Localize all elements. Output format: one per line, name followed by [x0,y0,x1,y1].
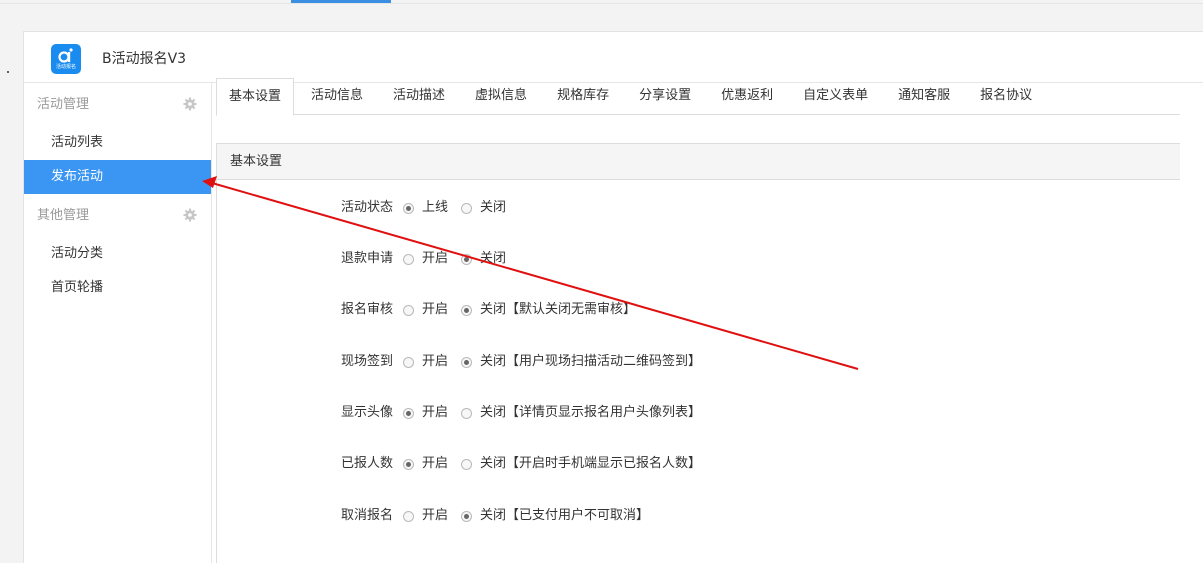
radio-option-b[interactable] [461,202,473,214]
setting-label: 取消报名 [341,508,394,523]
setting-label: 退款申请 [341,251,394,266]
option-b-label[interactable]: 关闭 [480,249,506,269]
basic-settings-panel: 基本设置 活动状态 上线 关闭 退款申请 开启 关闭 报名审核 开启 关闭【默认… [216,143,1180,563]
main-content: 基本设置 活动信息 活动描述 虚拟信息 规格库存 分享设置 优惠返利 自定义表单… [216,78,1180,563]
tab-signup-agreement[interactable]: 报名协议 [967,78,1045,115]
tab-activity-description[interactable]: 活动描述 [380,78,458,115]
sidebar-item-activity-list[interactable]: 活动列表 [24,126,211,160]
sidebar-item-publish-activity[interactable]: 发布活动 [24,160,211,194]
setting-label: 活动状态 [341,200,394,215]
radio-option-b[interactable] [461,510,473,522]
option-a-label[interactable]: 开启 [422,352,448,372]
option-b-label[interactable]: 关闭【用户现场扫描活动二维码签到】 [480,352,701,372]
tab-basic-settings[interactable]: 基本设置 [216,78,295,116]
setting-row-onsite-checkin: 现场签到 开启 关闭【用户现场扫描活动二维码签到】 [341,352,714,372]
setting-row-signup-review: 报名审核 开启 关闭【默认关闭无需审核】 [341,300,649,320]
radio-option-a[interactable] [403,202,414,214]
sidebar-group-label: 活动管理 [37,97,90,112]
top-nav-divider [0,3,1203,4]
radio-option-a[interactable] [403,407,414,419]
sidebar-item-activity-category[interactable]: 活动分类 [24,237,211,271]
settings-tabs: 基本设置 活动信息 活动描述 虚拟信息 规格库存 分享设置 优惠返利 自定义表单… [216,78,1180,116]
setting-label: 报名审核 [341,302,394,317]
stray-dot [7,71,9,73]
tab-discount-rebate[interactable]: 优惠返利 [708,78,786,115]
radio-option-b[interactable] [461,356,473,368]
tab-notify-service[interactable]: 通知客服 [885,78,963,115]
tab-spec-stock[interactable]: 规格库存 [544,78,622,115]
setting-label: 显示头像 [341,405,394,420]
option-b-label[interactable]: 关闭【详情页显示报名用户头像列表】 [480,403,701,423]
radio-option-a[interactable] [403,510,414,522]
panel-title: 基本设置 [217,144,1180,180]
tab-share-settings[interactable]: 分享设置 [626,78,704,115]
option-a-label[interactable]: 开启 [422,506,448,526]
option-a-label[interactable]: 开启 [422,249,448,269]
radio-option-b[interactable] [461,458,473,470]
setting-row-signup-count: 已报人数 开启 关闭【开启时手机端显示已报名人数】 [341,454,714,474]
radio-option-b[interactable] [461,304,473,316]
radio-option-a[interactable] [403,304,414,316]
app-logo: 活动报名 [51,44,81,74]
radio-option-b[interactable] [461,253,473,265]
setting-label: 已报人数 [341,456,394,471]
tab-activity-info[interactable]: 活动信息 [298,78,376,115]
setting-row-cancel-signup: 取消报名 开启 关闭【已支付用户不可取消】 [341,506,662,526]
tab-custom-form[interactable]: 自定义表单 [790,78,881,115]
setting-row-refund: 退款申请 开启 关闭 [341,249,519,269]
gear-icon[interactable] [183,208,197,222]
sidebar-item-home-carousel[interactable]: 首页轮播 [24,271,211,305]
option-a-label[interactable]: 上线 [422,198,448,218]
option-b-label[interactable]: 关闭【已支付用户不可取消】 [480,506,649,526]
setting-row-show-avatar: 显示头像 开启 关闭【详情页显示报名用户头像列表】 [341,403,714,423]
setting-label: 现场签到 [341,354,394,369]
setting-row-activity-status: 活动状态 上线 关闭 [341,198,519,218]
gear-icon[interactable] [183,97,197,111]
option-b-label[interactable]: 关闭 [480,198,506,218]
option-a-label[interactable]: 开启 [422,454,448,474]
sidebar-group-label: 其他管理 [37,208,90,223]
app-header: 活动报名 B活动报名V3 [24,32,1203,83]
sidebar: 活动管理 活动列表 发布活动 其他管理 活动分类 首页轮播 [24,83,212,563]
option-b-label[interactable]: 关闭【开启时手机端显示已报名人数】 [480,454,701,474]
sidebar-group-activity[interactable]: 活动管理 [24,83,211,126]
radio-option-a[interactable] [403,356,414,368]
radio-option-a[interactable] [403,458,414,470]
radio-option-a[interactable] [403,253,414,265]
radio-option-b[interactable] [461,407,473,419]
tab-virtual-info[interactable]: 虚拟信息 [462,78,540,115]
option-a-label[interactable]: 开启 [422,403,448,423]
option-b-label[interactable]: 关闭【默认关闭无需审核】 [480,300,636,320]
app-title: B活动报名V3 [102,51,187,67]
sidebar-group-other[interactable]: 其他管理 [24,194,211,237]
app-logo-text: 活动报名 [55,64,76,70]
option-a-label[interactable]: 开启 [422,300,448,320]
